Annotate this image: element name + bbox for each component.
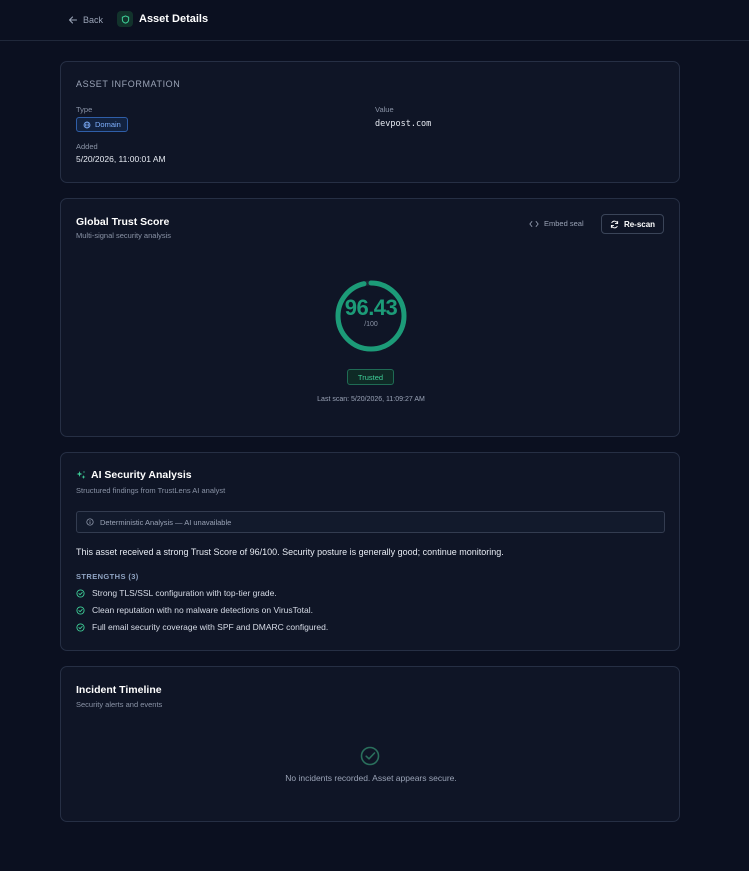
analysis-notice: Deterministic Analysis — AI unavailable [76, 511, 665, 533]
rescan-label: Re-scan [623, 219, 656, 229]
embed-seal-button[interactable]: Embed seal [529, 219, 584, 228]
rescan-button[interactable]: Re-scan [601, 214, 664, 234]
type-label: Type [76, 105, 93, 114]
strengths-label: STRENGTHS (3) [76, 572, 139, 581]
globe-icon [83, 121, 91, 128]
ai-analysis-card: AI Security Analysis Structured findings… [60, 452, 680, 651]
analysis-summary: This asset received a strong Trust Score… [76, 547, 504, 557]
check-circle-icon [360, 746, 380, 766]
type-value: Domain [95, 120, 121, 129]
check-circle-icon [76, 605, 85, 615]
value-label: Value [375, 105, 394, 114]
sparkle-icon [76, 470, 86, 479]
ai-heading: AI Security Analysis [76, 469, 192, 481]
list-item: Clean reputation with no malware detecti… [76, 605, 313, 615]
strength-text: Strong TLS/SSL configuration with top-ti… [92, 588, 277, 598]
arrow-left-icon [68, 16, 78, 24]
page-title: Asset Details [139, 13, 209, 25]
page-heading: Asset Details [117, 11, 208, 27]
ai-analysis-subtitle: Structured findings from TrustLens AI an… [76, 486, 226, 495]
strength-text: Full email security coverage with SPF an… [92, 622, 329, 632]
empty-state-message: No incidents recorded. Asset appears sec… [285, 773, 457, 783]
check-circle-icon [76, 588, 85, 598]
trust-score-card: Global Trust Score Multi-signal security… [60, 198, 680, 437]
check-circle-icon [76, 622, 85, 632]
asset-info-label: ASSET INFORMATION [76, 79, 181, 89]
notice-text: Deterministic Analysis — AI unavailable [100, 517, 232, 527]
list-item: Full email security coverage with SPF an… [76, 622, 328, 632]
back-label: Back [83, 15, 104, 25]
back-button[interactable]: Back [68, 13, 103, 27]
type-badge: Domain [76, 117, 128, 132]
score-value: 96.43 [344, 295, 398, 320]
added-label: Added [76, 142, 98, 151]
last-scan: Last scan: 5/20/2026, 11:09:27 AM [317, 396, 425, 403]
strength-text: Clean reputation with no malware detecti… [92, 605, 313, 615]
added-value: 5/20/2026, 11:00:01 AM [76, 154, 166, 164]
code-icon [529, 220, 539, 227]
status-badge: Trusted [347, 369, 394, 385]
ai-analysis-title: AI Security Analysis [91, 469, 192, 481]
info-icon [86, 518, 94, 526]
score-max: /100 [364, 321, 378, 328]
asset-value: devpost.com [375, 119, 432, 129]
incident-subtitle: Security alerts and events [76, 700, 163, 709]
asset-info-card: ASSET INFORMATION Type Domain Value devp… [60, 61, 680, 183]
embed-label: Embed seal [544, 219, 584, 228]
refresh-icon [610, 220, 619, 228]
list-item: Strong TLS/SSL configuration with top-ti… [76, 588, 277, 598]
top-bar: Back Asset Details [0, 0, 749, 41]
incident-timeline-card: Incident Timeline Security alerts and ev… [60, 666, 680, 822]
incident-title: Incident Timeline [76, 684, 162, 696]
score-gauge: 96.43 /100 [334, 279, 408, 353]
trust-score-title: Global Trust Score [76, 216, 170, 228]
trust-score-subtitle: Multi-signal security analysis [76, 231, 172, 240]
shield-icon [117, 11, 133, 27]
